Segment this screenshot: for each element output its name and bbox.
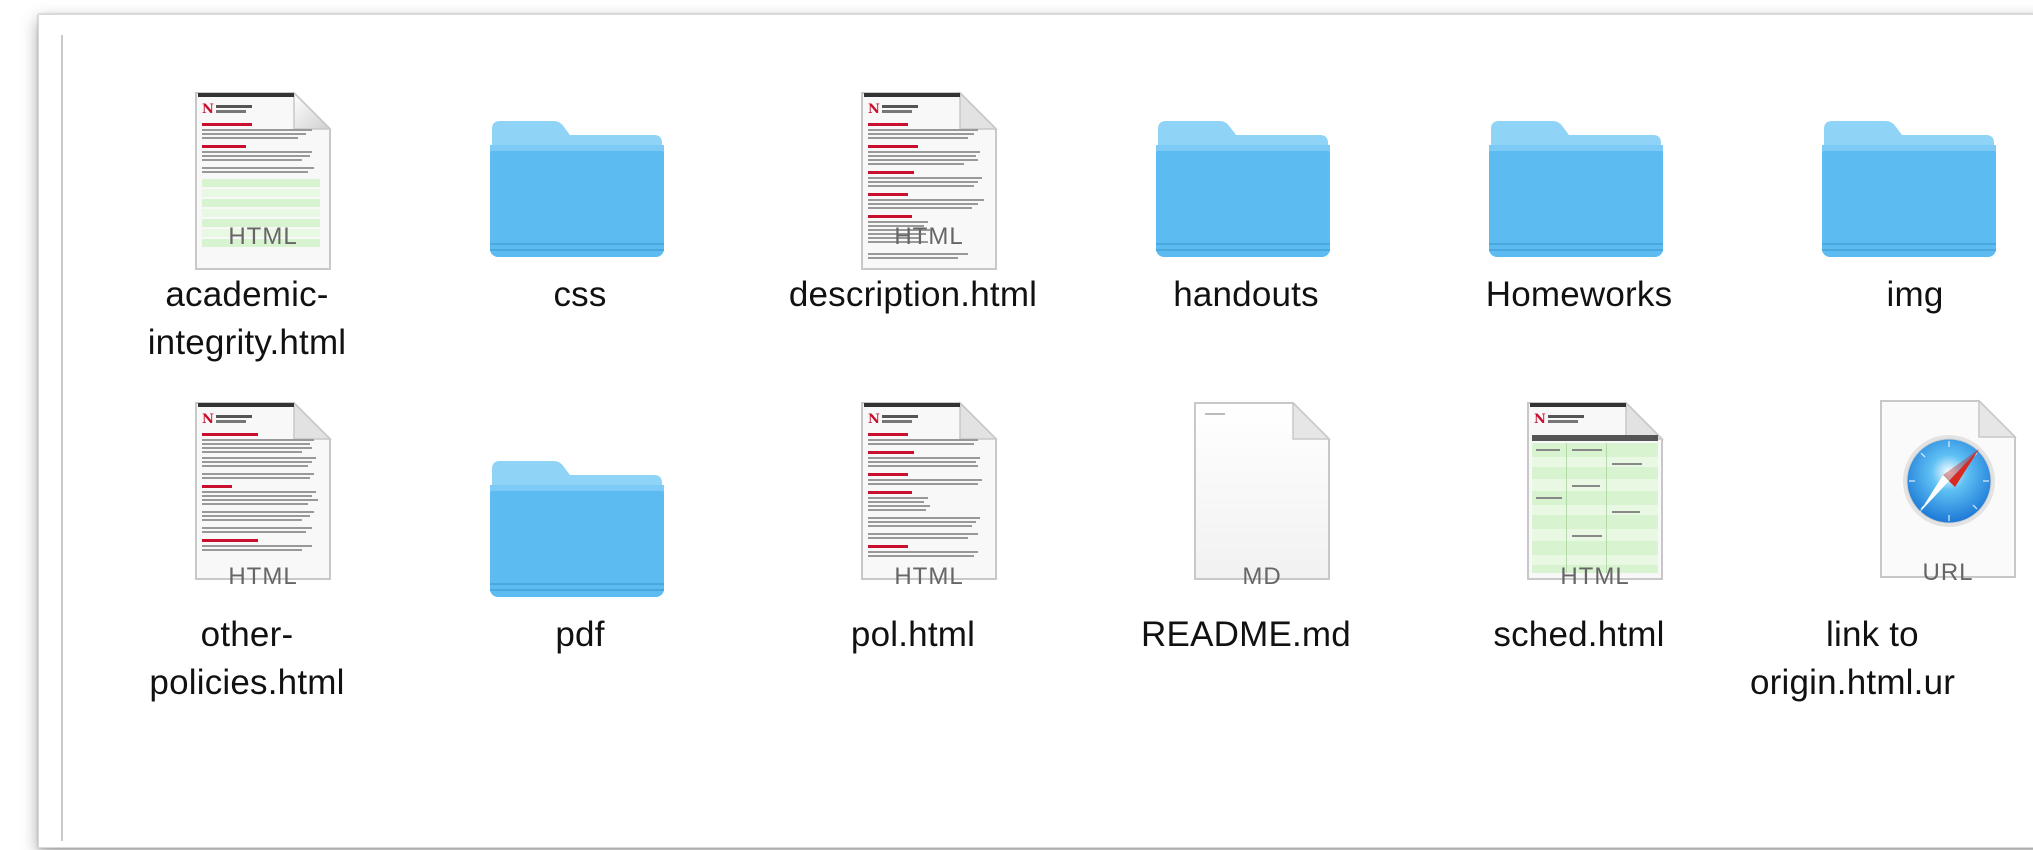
- file-name-label: pol.html: [746, 611, 1080, 659]
- html-document-icon: N HTML: [746, 385, 1080, 595]
- file-name-label: other- policies.html: [80, 611, 414, 707]
- html-document-icon: N HTML: [80, 385, 414, 595]
- file-name-line1: pol.html: [850, 615, 976, 654]
- file-name-line1: img: [1886, 275, 1944, 314]
- folder-graphic: [1156, 121, 1330, 257]
- finder-screen: N HTML academic- integrity.html css N HT…: [0, 0, 2033, 850]
- file-name-label: pdf: [413, 611, 747, 659]
- file-name-line1: README.md: [1141, 615, 1351, 654]
- file-name-label: link to origin.html.ur: [1746, 611, 1986, 707]
- svg-text:N: N: [868, 412, 880, 427]
- file-name-line1: handouts: [1173, 275, 1319, 314]
- folder-item-img[interactable]: img: [1636, 45, 1996, 385]
- file-name-line1: academic-: [165, 275, 329, 314]
- folder-graphic: [490, 121, 664, 257]
- svg-text:N: N: [202, 412, 214, 427]
- html-doc-thumb: N: [861, 401, 998, 580]
- file-type-badge: HTML: [228, 563, 298, 590]
- folder-icon: [413, 385, 747, 597]
- file-item-pol[interactable]: N HTML pol.html: [746, 385, 1080, 725]
- file-item-academic-integrity[interactable]: N HTML academic- integrity.html: [80, 45, 414, 385]
- file-name-line1: description.html: [788, 275, 1038, 314]
- file-item-description[interactable]: N HTML description.html: [746, 45, 1080, 385]
- file-name-label: README.md: [1079, 611, 1413, 659]
- folder-graphic: [490, 461, 664, 597]
- file-name-line1: other-: [200, 615, 294, 654]
- file-name-label: handouts: [1079, 271, 1413, 319]
- url-document-icon: URL: [1636, 385, 2017, 595]
- folder-icon: [413, 45, 747, 257]
- md-doc-thumb: [1194, 401, 1331, 580]
- folder-icon: [1079, 45, 1413, 257]
- file-item-other-policies[interactable]: N HTML other- policies.html: [80, 385, 414, 725]
- file-item-link-to-origin[interactable]: URL link to origin.html.ur: [1636, 385, 2017, 725]
- file-type-badge: HTML: [228, 223, 298, 250]
- icon-grid: N HTML academic- integrity.html css N HT…: [39, 15, 2033, 847]
- folder-item-pdf[interactable]: pdf: [413, 385, 747, 725]
- file-name-line2: policies.html: [149, 663, 345, 702]
- file-name-line1: css: [553, 275, 607, 314]
- folder-graphic: [1822, 121, 1996, 257]
- html-document-icon: N HTML: [746, 45, 1080, 270]
- file-name-label: img: [1750, 271, 2033, 319]
- file-type-badge: HTML: [894, 563, 964, 590]
- folder-item-css[interactable]: css: [413, 45, 747, 385]
- file-item-readme[interactable]: MD README.md: [1079, 385, 1413, 725]
- markdown-document-icon: MD: [1079, 385, 1413, 595]
- svg-text:N: N: [1534, 412, 1546, 427]
- svg-text:N: N: [868, 102, 880, 117]
- file-name-label: academic- integrity.html: [80, 271, 414, 367]
- html-document-icon: N HTML: [80, 45, 414, 270]
- file-name-line2: integrity.html: [147, 323, 347, 362]
- html-doc-thumb: N: [195, 401, 332, 580]
- safari-compass-icon: [1903, 435, 1995, 527]
- file-name-line1: pdf: [555, 615, 605, 654]
- file-type-badge: HTML: [894, 223, 964, 250]
- file-name-line2: origin.html.ur: [1750, 663, 1956, 702]
- svg-text:N: N: [202, 102, 214, 117]
- file-name-line1: link to: [1826, 615, 1919, 654]
- folder-item-handouts[interactable]: handouts: [1079, 45, 1413, 385]
- finder-window: N HTML academic- integrity.html css N HT…: [38, 14, 2033, 848]
- folder-icon: [1636, 45, 1996, 257]
- file-type-badge: URL: [1922, 559, 1974, 586]
- file-name-label: description.html: [746, 271, 1080, 319]
- file-type-badge: MD: [1242, 563, 1282, 590]
- url-doc-thumb: [1880, 399, 2017, 578]
- file-name-label: css: [413, 271, 747, 319]
